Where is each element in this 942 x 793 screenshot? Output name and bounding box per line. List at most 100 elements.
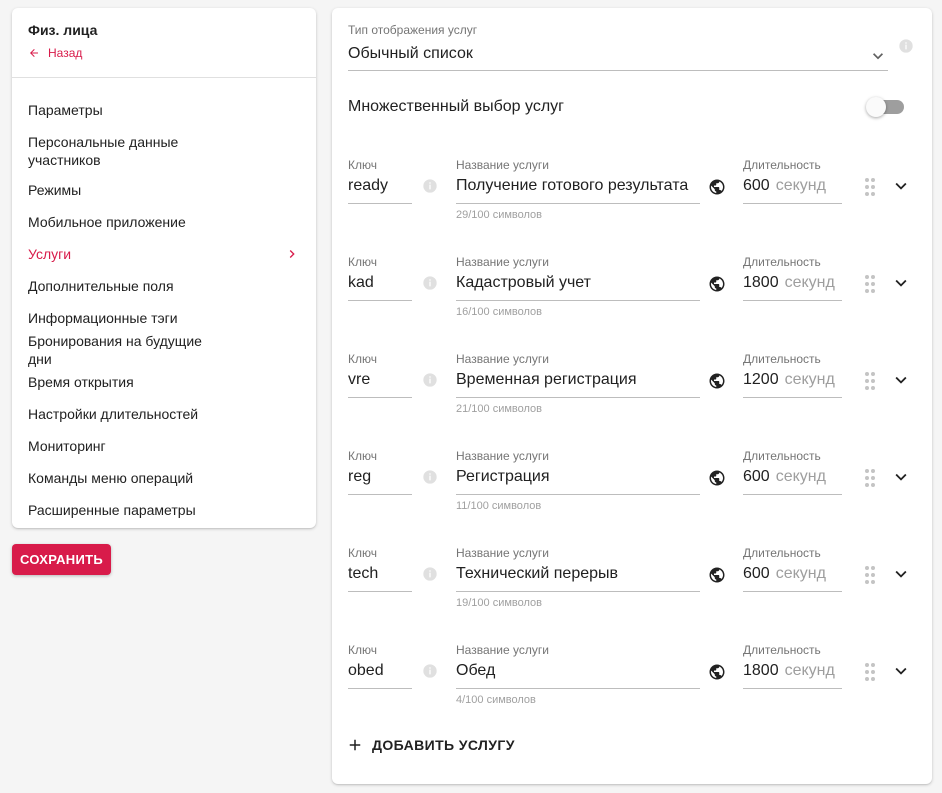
service-duration-label: Длительность — [743, 546, 821, 560]
sidebar-item-modes[interactable]: Режимы — [12, 174, 316, 206]
sidebar-item-opening-time[interactable]: Время открытия — [12, 366, 316, 398]
multi-select-toggle[interactable] — [866, 96, 906, 118]
service-duration-value: 1800 — [743, 274, 779, 291]
sidebar-item-info-tags[interactable]: Информационные тэги — [12, 302, 316, 334]
back-link[interactable]: Назад — [28, 46, 300, 60]
drag-handle-icon[interactable] — [862, 467, 878, 489]
sidebar-item-mobile-app[interactable]: Мобильное приложение — [12, 206, 316, 238]
service-duration-input[interactable]: 600 секунд — [743, 465, 842, 495]
globe-icon[interactable] — [708, 663, 726, 681]
sidebar-item-parameters[interactable]: Параметры — [12, 94, 316, 126]
service-key-value: tech — [348, 565, 379, 582]
chevron-down-icon[interactable] — [890, 369, 912, 391]
service-name-label: Название услуги — [456, 546, 549, 560]
chevron-down-icon[interactable] — [890, 466, 912, 488]
service-key-label: Ключ — [348, 158, 377, 172]
service-duration-value: 600 — [743, 177, 770, 194]
service-duration-input[interactable]: 1800 секунд — [743, 659, 842, 689]
drag-handle-icon[interactable] — [862, 564, 878, 586]
chevron-down-icon[interactable] — [890, 272, 912, 294]
service-duration-input[interactable]: 600 секунд — [743, 174, 842, 204]
service-name-label: Название услуги — [456, 255, 549, 269]
service-duration-label: Длительность — [743, 449, 821, 463]
service-name-value: Временная регистрация — [456, 371, 637, 388]
info-icon[interactable] — [422, 372, 438, 388]
drag-handle-icon[interactable] — [862, 370, 878, 392]
service-key-input[interactable]: reg — [348, 465, 412, 495]
info-icon[interactable] — [422, 566, 438, 582]
multi-select-label: Множественный выбор услуг — [348, 98, 564, 115]
service-key-label: Ключ — [348, 352, 377, 366]
display-type-select[interactable]: Обычный список — [348, 42, 888, 71]
service-name-counter: 4/100 символов — [456, 694, 536, 706]
service-key-input[interactable]: vre — [348, 368, 412, 398]
info-icon[interactable] — [422, 178, 438, 194]
service-key-label: Ключ — [348, 449, 377, 463]
sidebar-item-label: Персональные данные участников — [28, 134, 179, 168]
globe-icon[interactable] — [708, 469, 726, 487]
sidebar-item-advanced-params[interactable]: Расширенные параметры — [12, 494, 316, 526]
service-key-input[interactable]: kad — [348, 271, 412, 301]
service-key-label: Ключ — [348, 643, 377, 657]
sidebar-item-duration-settings[interactable]: Настройки длительностей — [12, 398, 316, 430]
service-name-input[interactable]: Временная регистрация — [456, 368, 700, 398]
display-type-label: Тип отображения услуг — [348, 23, 478, 37]
service-name-counter: 19/100 символов — [456, 597, 543, 609]
add-service-button[interactable]: ДОБАВИТЬ УСЛУГУ — [346, 736, 515, 754]
globe-icon[interactable] — [708, 275, 726, 293]
sidebar-item-extra-fields[interactable]: Дополнительные поля — [12, 270, 316, 302]
sidebar-item-personal-data[interactable]: Персональные данные участников — [12, 126, 316, 174]
service-duration-unit: секунд — [775, 565, 826, 582]
service-row: Ключ tech Название услуги Технический пе… — [332, 544, 932, 624]
info-icon[interactable] — [422, 663, 438, 679]
drag-handle-icon[interactable] — [862, 273, 878, 295]
service-duration-unit: секунд — [775, 177, 826, 194]
service-key-input[interactable]: tech — [348, 562, 412, 592]
sidebar-item-label: Бронирования на будущие дни — [28, 333, 202, 367]
drag-handle-icon[interactable] — [862, 176, 878, 198]
chevron-down-icon — [873, 53, 883, 60]
chevron-down-icon[interactable] — [890, 563, 912, 585]
service-duration-input[interactable]: 1200 секунд — [743, 368, 842, 398]
sidebar-item-label: Мониторинг — [28, 438, 106, 454]
service-key-input[interactable]: ready — [348, 174, 412, 204]
drag-handle-icon[interactable] — [862, 661, 878, 683]
globe-icon[interactable] — [708, 566, 726, 584]
info-icon[interactable] — [422, 275, 438, 291]
service-name-value: Технический перерыв — [456, 565, 619, 582]
globe-icon[interactable] — [708, 372, 726, 390]
sidebar-item-future-bookings[interactable]: Бронирования на будущие дни — [12, 333, 316, 367]
chevron-down-icon[interactable] — [890, 660, 912, 682]
sidebar-item-label: Время открытия — [28, 374, 134, 390]
service-key-value: kad — [348, 274, 374, 291]
service-duration-input[interactable]: 600 секунд — [743, 562, 842, 592]
sidebar-item-monitoring[interactable]: Мониторинг — [12, 430, 316, 462]
chevron-right-icon — [289, 250, 295, 258]
service-name-input[interactable]: Получение готового результата — [456, 174, 700, 204]
info-icon[interactable] — [898, 38, 914, 54]
service-duration-unit: секунд — [784, 274, 835, 291]
sidebar-item-label: Информационные тэги — [28, 310, 178, 326]
service-key-input[interactable]: obed — [348, 659, 412, 689]
sidebar-header: Физ. лица Назад — [12, 8, 316, 78]
sidebar-item-label: Режимы — [28, 182, 82, 198]
globe-icon[interactable] — [708, 178, 726, 196]
sidebar-item-label: Услуги — [28, 246, 72, 262]
service-duration-unit: секунд — [784, 662, 835, 679]
service-name-counter: 11/100 символов — [456, 500, 542, 512]
info-icon[interactable] — [422, 469, 438, 485]
service-row: Ключ ready Название услуги Получение гот… — [332, 156, 932, 236]
service-duration-unit: секунд — [784, 371, 835, 388]
service-duration-label: Длительность — [743, 643, 821, 657]
chevron-down-icon[interactable] — [890, 175, 912, 197]
sidebar-item-services[interactable]: Услуги — [12, 238, 316, 270]
save-button[interactable]: СОХРАНИТЬ — [12, 544, 111, 575]
service-name-input[interactable]: Обед — [456, 659, 700, 689]
service-name-input[interactable]: Регистрация — [456, 465, 700, 495]
service-name-input[interactable]: Технический перерыв — [456, 562, 700, 592]
service-duration-input[interactable]: 1800 секунд — [743, 271, 842, 301]
sidebar-item-operation-commands[interactable]: Команды меню операций — [12, 462, 316, 494]
service-name-input[interactable]: Кадастровый учет — [456, 271, 700, 301]
service-key-value: reg — [348, 468, 372, 485]
sidebar-nav: Параметры Персональные данные участников… — [12, 78, 316, 526]
